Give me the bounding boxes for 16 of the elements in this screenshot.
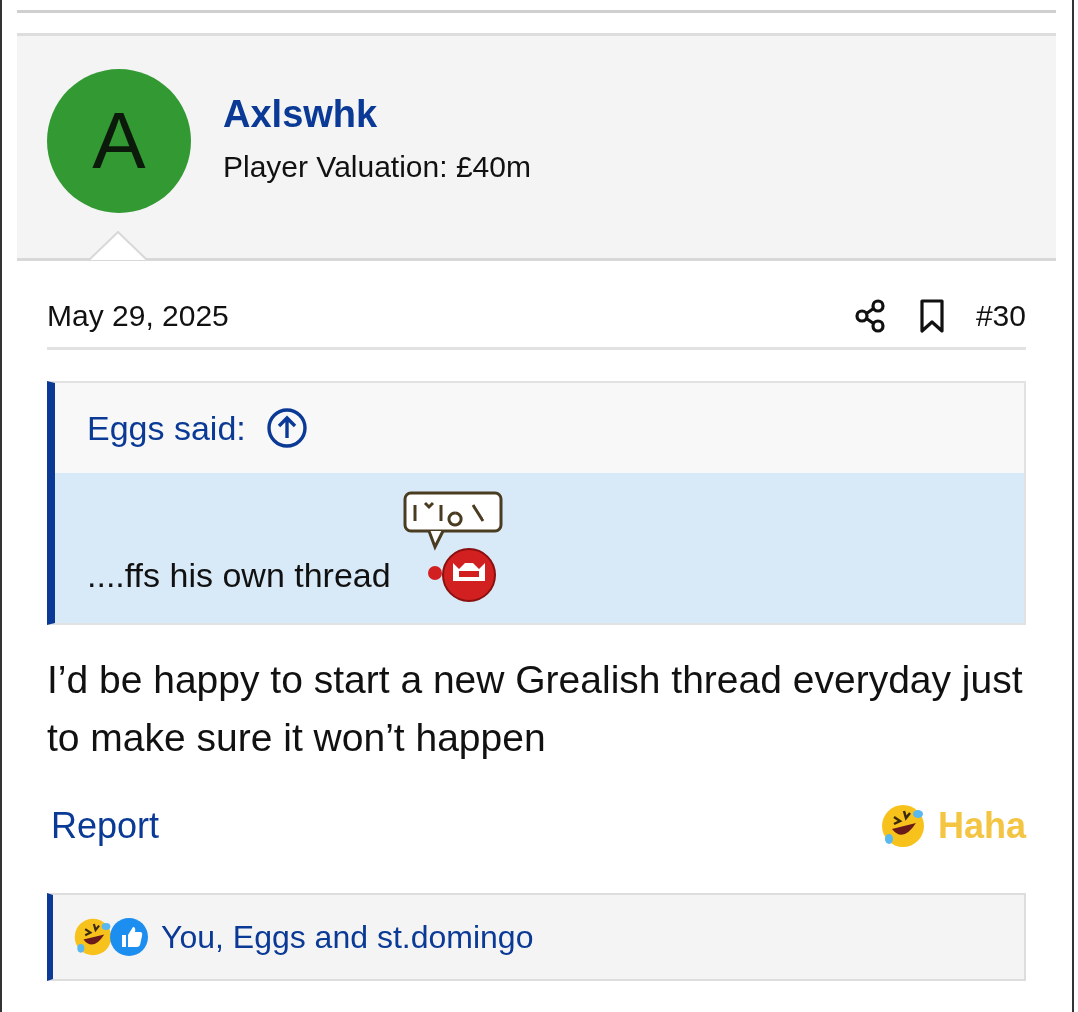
thumbs-up-icon [109, 917, 149, 957]
post-message: I’d be happy to start a new Grealish thread everyday just to make sure it won’t happen [47, 657, 1024, 761]
username-link[interactable]: Axlswhk [223, 92, 531, 136]
laughing-emoji-icon [879, 803, 926, 849]
report-link[interactable]: Report [51, 805, 160, 847]
post-number-link[interactable]: #30 [975, 299, 1026, 333]
reactions-list-link[interactable]: You, Eggs and st.domingo [161, 918, 534, 956]
quote-text: ....ffs his own thread [87, 556, 391, 595]
user-avatar[interactable]: A [47, 69, 191, 213]
angry-emoticon-icon [402, 491, 503, 603]
laughing-emoji-icon [73, 917, 113, 957]
quote-attribution-link[interactable]: Eggs said: [87, 408, 246, 448]
post-date[interactable]: May 29, 2025 [47, 299, 229, 333]
bookmark-icon[interactable] [917, 298, 946, 334]
arrow-up-circle-icon[interactable] [265, 407, 308, 449]
user-title: Player Valuation: £40m [223, 149, 531, 184]
